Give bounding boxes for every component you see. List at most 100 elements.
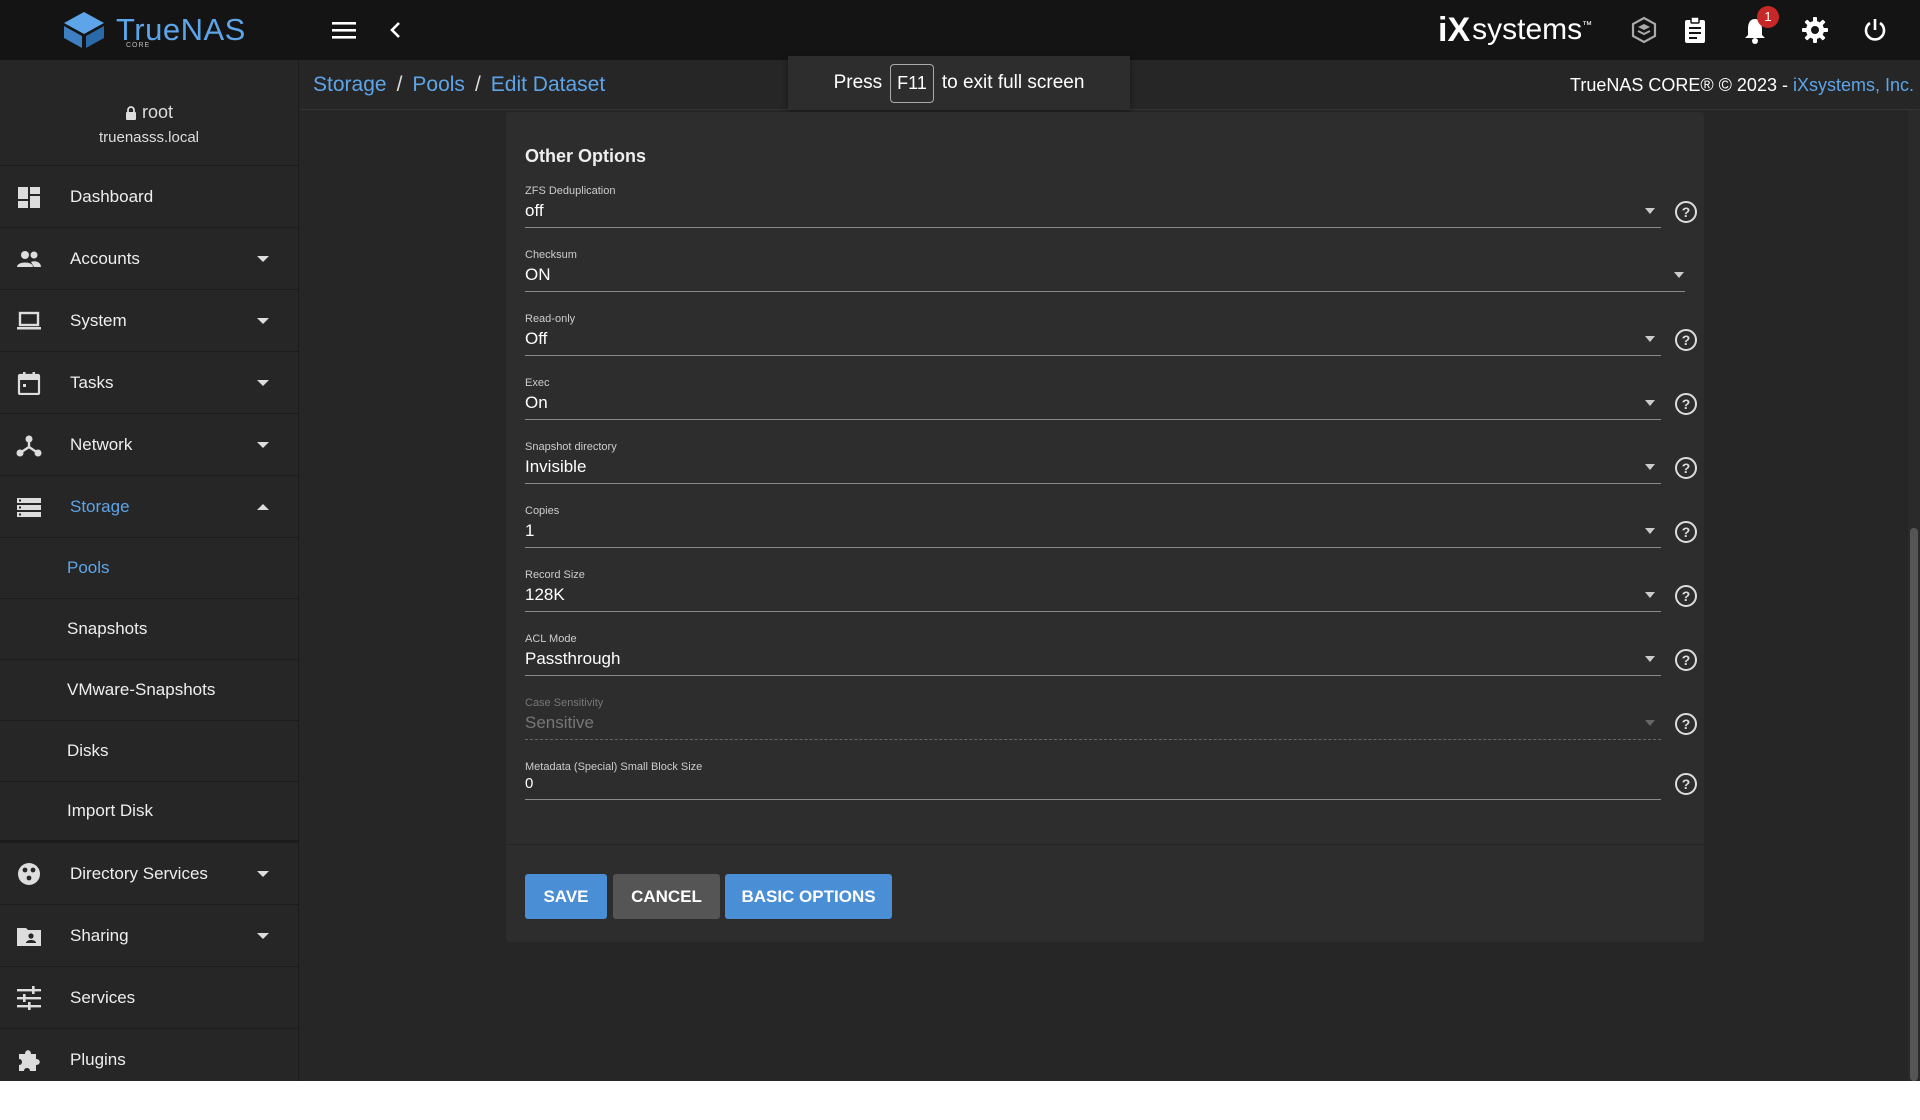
sidebar-item-storage[interactable]: Storage: [0, 476, 298, 538]
field-value: Off: [525, 329, 548, 348]
sidebar-item-dashboard[interactable]: Dashboard: [0, 166, 298, 228]
sidebar-item-sharing[interactable]: Sharing: [0, 905, 298, 967]
field-value: 128K: [525, 585, 565, 604]
user-name-row: root: [0, 60, 298, 123]
zfs-deduplication-select[interactable]: ZFS Deduplication off ?: [525, 185, 1697, 249]
dropdown-arrow-icon: [1645, 464, 1655, 470]
clipboard-icon: [1685, 16, 1705, 43]
field-underline: [525, 739, 1661, 740]
field-label: Metadata (Special) Small Block Size: [525, 761, 703, 773]
ixsystems-logo[interactable]: iX systems ™: [1438, 10, 1592, 49]
truecommand-button[interactable]: [1626, 12, 1662, 48]
truenas-logo[interactable]: TrueNAS: [60, 10, 246, 50]
field-label: Checksum: [525, 249, 577, 261]
sidebar-item-accounts[interactable]: Accounts: [0, 228, 298, 290]
dropdown-arrow-icon: [1645, 208, 1655, 214]
menu-toggle-button[interactable]: [326, 12, 362, 48]
record-size-select[interactable]: Record Size 128K ?: [525, 569, 1697, 633]
directory-services-icon: [18, 863, 40, 885]
sidebar-subitem-import-disk[interactable]: Import Disk: [0, 782, 298, 843]
sidebar-item-label: Sharing: [70, 925, 129, 945]
sidebar-item-network[interactable]: Network: [0, 414, 298, 476]
edit-dataset-card: Other Options ZFS Deduplication off ? Ch…: [506, 112, 1704, 942]
case-sensitivity-select: Case Sensitivity Sensitive ?: [525, 697, 1697, 761]
acl-mode-select[interactable]: ACL Mode Passthrough ?: [525, 633, 1697, 697]
basic-options-button[interactable]: BASIC OPTIONS: [725, 874, 892, 919]
field-value: On: [525, 393, 548, 412]
field-underline: [525, 547, 1661, 548]
chevron-down-icon: [257, 256, 269, 262]
chevron-up-icon: [257, 504, 269, 510]
field-value: ON: [525, 265, 551, 284]
truenas-logo-icon: [64, 12, 104, 48]
help-icon[interactable]: ?: [1675, 457, 1697, 479]
exec-select[interactable]: Exec On ?: [525, 377, 1697, 441]
ix-brand-text: systems: [1472, 13, 1583, 46]
breadcrumb-storage[interactable]: Storage: [313, 73, 387, 96]
checksum-select[interactable]: Checksum ON: [525, 249, 1685, 313]
sidebar-item-services[interactable]: Services: [0, 967, 298, 1029]
metadata-small-block-size-input[interactable]: Metadata (Special) Small Block Size 0 ?: [525, 761, 1697, 825]
copies-select[interactable]: Copies 1 ?: [525, 505, 1697, 569]
sidebar-subitem-pools[interactable]: Pools: [0, 538, 298, 599]
field-value: 1: [525, 521, 535, 540]
field-label: Case Sensitivity: [525, 697, 604, 709]
dropdown-arrow-icon: [1645, 592, 1655, 598]
settings-button[interactable]: [1797, 12, 1833, 48]
field-underline: [525, 799, 1661, 800]
save-button[interactable]: SAVE: [525, 874, 607, 919]
dropdown-arrow-icon: [1645, 656, 1655, 662]
field-value: Invisible: [525, 457, 587, 476]
sidebar-subitem-vmware-snapshots[interactable]: VMware-Snapshots: [0, 660, 298, 721]
sidebar-item-tasks[interactable]: Tasks: [0, 352, 298, 414]
help-icon[interactable]: ?: [1675, 329, 1697, 351]
help-icon[interactable]: ?: [1675, 649, 1697, 671]
help-icon[interactable]: ?: [1675, 585, 1697, 607]
field-label: ZFS Deduplication: [525, 185, 616, 197]
sidebar-item-label: Tasks: [70, 372, 114, 392]
ix-mark: iX: [1438, 10, 1471, 49]
cancel-button[interactable]: CANCEL: [613, 874, 720, 919]
help-icon[interactable]: ?: [1675, 393, 1697, 415]
collapse-sidebar-button[interactable]: [377, 12, 413, 48]
toast-message: to exit full screen: [941, 72, 1085, 93]
main-scrollbar[interactable]: [1908, 110, 1920, 1081]
calendar-icon: [17, 372, 41, 395]
field-label: Record Size: [525, 569, 585, 581]
scrollbar-thumb[interactable]: [1910, 528, 1918, 1081]
field-label: Copies: [525, 505, 560, 517]
sidebar-item-system[interactable]: System: [0, 290, 298, 352]
truecommand-icon: [1631, 16, 1657, 44]
people-icon: [17, 251, 41, 267]
field-label: Snapshot directory: [525, 441, 617, 453]
chevron-down-icon: [257, 380, 269, 386]
dropdown-arrow-icon: [1645, 528, 1655, 534]
read-only-select[interactable]: Read-only Off ?: [525, 313, 1697, 377]
tasks-clipboard-button[interactable]: [1677, 12, 1713, 48]
chevron-down-icon: [257, 871, 269, 877]
breadcrumb-edit-dataset[interactable]: Edit Dataset: [491, 73, 605, 96]
toast-key: F11: [890, 63, 934, 103]
snapshot-directory-select[interactable]: Snapshot directory Invisible ?: [525, 441, 1697, 505]
sidebar-item-label: Plugins: [70, 1049, 126, 1069]
breadcrumb-pools[interactable]: Pools: [412, 73, 465, 96]
section-title: Other Options: [525, 146, 646, 166]
field-value: Sensitive: [525, 713, 594, 732]
help-icon[interactable]: ?: [1675, 521, 1697, 543]
sidebar-subitem-snapshots[interactable]: Snapshots: [0, 599, 298, 660]
help-icon[interactable]: ?: [1675, 201, 1697, 223]
user-name: root: [141, 102, 174, 122]
help-icon[interactable]: ?: [1675, 713, 1697, 735]
sidebar-item-directory-services[interactable]: Directory Services: [0, 843, 298, 905]
power-button[interactable]: [1857, 12, 1893, 48]
sidebar-subitem-disks[interactable]: Disks: [0, 721, 298, 782]
field-value: 0: [525, 775, 534, 792]
ixsystems-link[interactable]: iXsystems, Inc.: [1793, 75, 1914, 95]
shared-folder-icon: [17, 928, 41, 946]
field-value: off: [525, 201, 544, 220]
sidebar-item-plugins[interactable]: Plugins: [0, 1029, 298, 1081]
network-icon: [16, 435, 42, 457]
copyright: TrueNAS CORE® © 2023 - iXsystems, Inc.: [1570, 75, 1914, 96]
top-bar: TrueNAS CORE iX systems ™ 1: [0, 0, 1920, 60]
help-icon[interactable]: ?: [1675, 773, 1697, 795]
